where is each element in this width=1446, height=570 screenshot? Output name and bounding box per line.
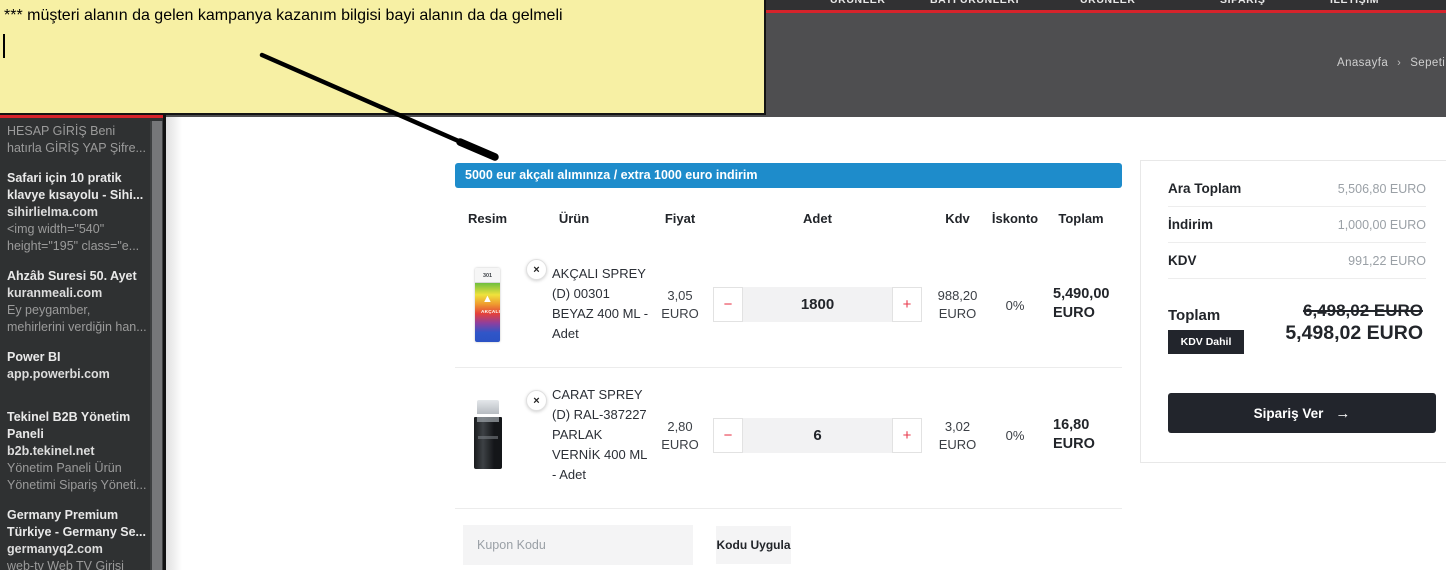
result-title[interactable]: Germany Premium Türkiye - Germany Se... — [7, 507, 149, 541]
discount-percent: 0% — [990, 250, 1040, 315]
nav-item-4[interactable]: SİPARİŞ — [1220, 0, 1265, 6]
nav-item-1[interactable]: ÜRÜNLER — [830, 0, 886, 6]
result-snippet: Yönetim Paneli Ürün Yönetimi Sipariş Yön… — [7, 460, 149, 494]
result-snippet: web-tv Web TV Girişi Germany 2 Web TV... — [7, 558, 149, 570]
result-title[interactable]: Safari için 10 pratik klavye kısayolu - … — [7, 170, 149, 204]
col-header-kdv: Kdv — [925, 211, 990, 235]
summary-row-subtotal: Ara Toplam 5,506,80 EURO — [1168, 171, 1426, 207]
col-header-urun: Ürün — [520, 211, 650, 235]
grand-total-value: 5,498,02 EURO — [1285, 322, 1423, 345]
can-code: 301 — [483, 272, 492, 278]
summary-value: 991,22 EURO — [1348, 254, 1426, 268]
summary-row-kdv: KDV 991,22 EURO — [1168, 243, 1426, 279]
summary-label: Ara Toplam — [1168, 181, 1241, 196]
campaign-banner: 5000 eur akçalı alımınıza / extra 1000 e… — [455, 163, 1122, 188]
increase-quantity-button[interactable]: + — [892, 418, 922, 453]
unit-price: 3,05 EURO — [650, 250, 710, 323]
order-summary-card: Ara Toplam 5,506,80 EURO İndirim 1,000,0… — [1140, 160, 1446, 463]
result-snippet: Ey peygamber, mehirlerini verdiğin han..… — [7, 302, 149, 336]
can-logo-icon: ▲ — [475, 293, 500, 305]
result-title[interactable]: Tekinel B2B Yönetim Paneli — [7, 409, 149, 443]
summary-value: 5,506,80 EURO — [1338, 182, 1426, 196]
nav-item-2[interactable]: BAYİ ÜRÜNLERİ — [930, 0, 1019, 6]
list-item[interactable]: Ahzâb Suresi 50. Ayet kuranmeali.com Ey … — [7, 268, 149, 336]
list-item[interactable]: Safari için 10 pratik klavye kısayolu - … — [7, 170, 149, 255]
product-image — [474, 400, 502, 466]
result-domain: sihirlielma.com — [7, 204, 149, 221]
sticky-note[interactable]: *** müşteri alanın da gelen kampanya kaz… — [0, 0, 766, 115]
product-name[interactable]: CARAT SPREY (D) RAL-387227 PARLAK VERNİK… — [552, 385, 650, 485]
place-order-label: Sipariş Ver — [1254, 406, 1324, 421]
line-total: 5,490,00 EURO — [1040, 250, 1122, 323]
list-item[interactable]: Power BI app.powerbi.com — [7, 349, 149, 383]
col-header-fiyat: Fiyat — [650, 211, 710, 235]
text-cursor — [3, 34, 5, 58]
remove-item-button[interactable]: × — [526, 259, 547, 280]
list-item[interactable]: HESAP GİRİŞ Beni hatırla GİRİŞ YAP Şifre… — [7, 123, 149, 157]
result-title[interactable]: Power BI — [7, 349, 149, 366]
summary-rows: Ara Toplam 5,506,80 EURO İndirim 1,000,0… — [1168, 171, 1426, 279]
list-item[interactable]: Germany Premium Türkiye - Germany Se... … — [7, 507, 149, 570]
result-title[interactable]: Ahzâb Suresi 50. Ayet — [7, 268, 149, 285]
window-divider — [163, 115, 166, 570]
old-total-strikethrough: 6,498,02 EURO — [1303, 301, 1423, 321]
col-header-adet: Adet — [710, 211, 925, 235]
apply-coupon-button[interactable]: Kodu Uygula — [716, 526, 791, 564]
quantity-stepper: − + — [713, 287, 922, 322]
search-results-sidebar: HESAP GİRİŞ Beni hatırla GİRİŞ YAP Şifre… — [0, 115, 163, 570]
col-header-resim: Resim — [455, 211, 520, 235]
place-order-button[interactable]: Sipariş Ver → — [1168, 393, 1436, 433]
search-results-list: HESAP GİRİŞ Beni hatırla GİRİŞ YAP Şifre… — [7, 123, 149, 570]
grand-total-label: Toplam — [1168, 307, 1220, 324]
can-brand-label: AKÇALI — [481, 309, 494, 314]
result-domain: b2b.tekinel.net — [7, 443, 149, 460]
screen: ÜRÜNLER BAYİ ÜRÜNLERİ ÜRÜNLER SİPARİŞ İL… — [0, 0, 1446, 570]
result-domain: germanyq2.com — [7, 541, 149, 558]
arrow-right-icon: → — [1335, 405, 1350, 422]
cart-row: × CARAT SPREY (D) RAL-387227 PARLAK VERN… — [455, 367, 1122, 508]
kdv-amount: 988,20 EURO — [925, 250, 990, 323]
breadcrumb-current: Sepetim — [1410, 57, 1446, 69]
summary-label: İndirim — [1168, 217, 1213, 232]
discount-percent: 0% — [990, 367, 1040, 445]
breadcrumb: Anasayfa › Sepetim — [1337, 57, 1446, 69]
quantity-input[interactable] — [743, 418, 892, 453]
col-header-iskonto: İskonto — [990, 211, 1040, 235]
summary-value: 1,000,00 EURO — [1338, 218, 1426, 232]
quantity-input[interactable] — [743, 287, 892, 322]
product-image: 301 ▲ AKÇALI — [475, 268, 500, 342]
product-name[interactable]: AKÇALI SPREY (D) 00301 BEYAZ 400 ML - Ad… — [552, 264, 650, 344]
result-domain: kuranmeali.com — [7, 285, 149, 302]
row-divider — [455, 508, 1122, 509]
kdv-amount: 3,02 EURO — [925, 367, 990, 454]
sidebar-scrollbar[interactable] — [150, 121, 163, 570]
kdv-included-badge: KDV Dahil — [1168, 330, 1244, 354]
cart-table-header: Resim Ürün Fiyat Adet Kdv İskonto Toplam — [455, 211, 1122, 235]
list-item[interactable]: Tekinel B2B Yönetim Paneli b2b.tekinel.n… — [7, 409, 149, 494]
cart-row: 301 ▲ AKÇALI × AKÇALI SPREY (D) 00301 BE… — [455, 250, 1122, 367]
result-snippet: HESAP GİRİŞ Beni hatırla GİRİŞ YAP Şifre… — [7, 123, 149, 157]
coupon-code-input[interactable] — [463, 525, 693, 565]
nav-item-3[interactable]: ÜRÜNLER — [1080, 0, 1136, 6]
sticky-note-text: *** müşteri alanın da gelen kampanya kaz… — [4, 7, 752, 25]
scrollbar-thumb[interactable] — [152, 121, 162, 570]
nav-item-5[interactable]: İLETİŞİM — [1330, 0, 1379, 6]
result-snippet: <img width="540" height="195" class="e..… — [7, 221, 149, 255]
result-domain: app.powerbi.com — [7, 366, 149, 383]
col-header-toplam: Toplam — [1040, 211, 1122, 235]
decrease-quantity-button[interactable]: − — [713, 287, 743, 322]
breadcrumb-separator-icon: › — [1397, 57, 1401, 69]
unit-price: 2,80 EURO — [650, 367, 710, 454]
quantity-stepper: − + — [713, 418, 922, 453]
remove-item-button[interactable]: × — [526, 390, 547, 411]
breadcrumb-home[interactable]: Anasayfa — [1337, 57, 1388, 69]
increase-quantity-button[interactable]: + — [892, 287, 922, 322]
summary-label: KDV — [1168, 253, 1197, 268]
window-edge-shadow — [166, 115, 182, 570]
decrease-quantity-button[interactable]: − — [713, 418, 743, 453]
summary-row-discount: İndirim 1,000,00 EURO — [1168, 207, 1426, 243]
line-total: 16,80 EURO — [1040, 367, 1122, 454]
